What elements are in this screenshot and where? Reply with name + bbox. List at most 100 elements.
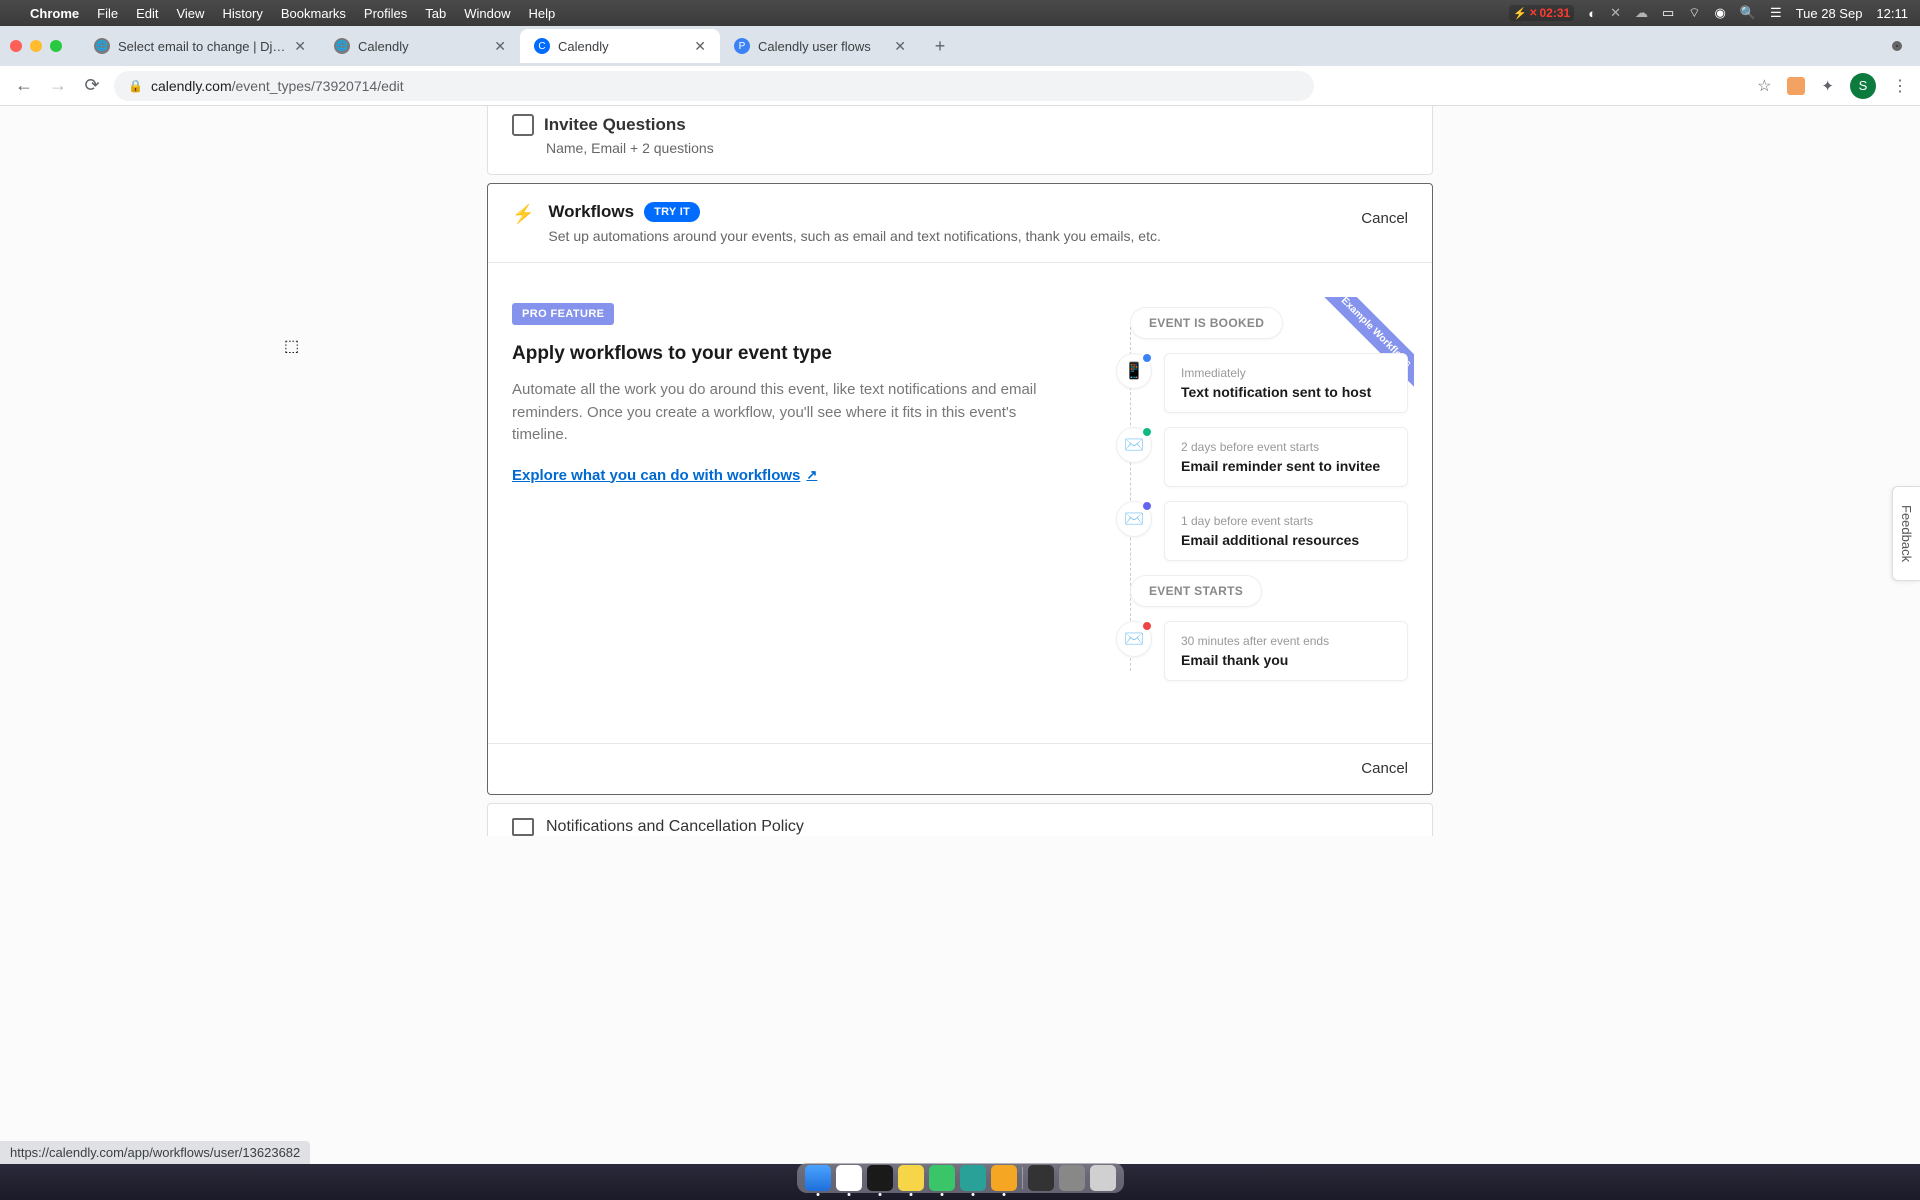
dock-trash-icon[interactable] [1090,1165,1116,1191]
timeline-item: ✉️ 2 days before event starts Email remi… [1134,427,1408,487]
browser-tabstrip: 🌐 Select email to change | Django ✕ 🌐 Ca… [0,26,1920,66]
link-text: Explore what you can do with workflows [512,467,800,484]
calendly-icon: C [534,38,550,54]
macos-menubar: Chrome File Edit View History Bookmarks … [0,0,1920,26]
menu-edit[interactable]: Edit [136,6,158,21]
menu-window[interactable]: Window [464,6,510,21]
menu-profiles[interactable]: Profiles [364,6,407,21]
timeline-item: 📱 Immediately Text notification sent to … [1134,353,1408,413]
window-zoom-button[interactable] [50,40,62,52]
dock-app-notes[interactable] [898,1165,924,1191]
mail-icon: ✉️ [1116,427,1152,463]
browser-tab[interactable]: P Calendly user flows ✕ [720,29,920,63]
timeline-when: 30 minutes after event ends [1181,634,1391,648]
tab-close-button[interactable]: ✕ [294,38,306,55]
dock-app[interactable] [1028,1165,1054,1191]
extensions-button[interactable]: ✦ [1821,77,1834,95]
workflows-heading: Apply workflows to your event type [512,343,1068,365]
pro-feature-badge: PRO FEATURE [512,303,614,325]
globe-icon: 🌐 [94,38,110,54]
cancel-button[interactable]: Cancel [1361,760,1408,777]
section-title: Invitee Questions [544,115,686,135]
address-bar[interactable]: 🔒 calendly.com/event_types/73920714/edit [114,71,1314,101]
tab-close-button[interactable]: ✕ [694,38,706,55]
battery-icon[interactable]: ▭ [1662,5,1674,21]
try-it-badge[interactable]: TRY IT [644,202,700,222]
tab-title: Calendly [558,39,686,54]
bell-icon [512,818,534,836]
menubar-time[interactable]: 12:11 [1876,6,1908,21]
macos-dock [797,1163,1124,1193]
back-button[interactable]: ← [12,75,36,96]
timeline-when: 2 days before event starts [1181,440,1391,454]
control-center-icon[interactable]: ◉ [1715,5,1726,21]
menu-help[interactable]: Help [529,6,556,21]
timeline-item: ✉️ 30 minutes after event ends Email tha… [1134,621,1408,681]
section-title: Notifications and Cancellation Policy [546,818,804,836]
phone-icon: 📱 [1116,353,1152,389]
mouse-cursor: ⬚ [284,336,299,356]
mail-icon: ✉️ [1116,621,1152,657]
chrome-menu-button[interactable]: ⋮ [1892,76,1908,96]
forward-button[interactable]: → [46,75,70,96]
timeline-what: Email reminder sent to invitee [1181,458,1391,474]
url-domain: calendly.com [151,78,232,94]
menu-view[interactable]: View [176,6,204,21]
notification-center-icon[interactable]: ☰ [1770,5,1782,21]
timeline-label: EVENT IS BOOKED [1130,307,1283,339]
dock-app[interactable] [1059,1165,1085,1191]
reload-button[interactable]: ⟳ [80,75,104,96]
battery-indicator[interactable]: ⚡✕02:31 [1509,5,1574,21]
extension-icon[interactable] [1787,77,1805,95]
browser-toolbar: ← → ⟳ 🔒 calendly.com/event_types/7392071… [0,66,1920,106]
app-name[interactable]: Chrome [30,6,79,21]
page-content: Invitee Questions Name, Email + 2 questi… [0,106,1920,1164]
feedback-tab[interactable]: Feedback [1892,486,1920,581]
menuextra-icon[interactable]: ☁ [1635,5,1648,21]
cancel-button[interactable]: Cancel [1361,210,1408,227]
invitee-questions-section[interactable]: Invitee Questions Name, Email + 2 questi… [487,106,1433,175]
dock-app[interactable] [991,1165,1017,1191]
menu-history[interactable]: History [222,6,262,21]
url-path: /event_types/73920714/edit [232,78,404,94]
wifi-icon[interactable]: ⌔ [1688,5,1700,21]
mail-icon: ✉️ [1116,501,1152,537]
menu-tab[interactable]: Tab [425,6,446,21]
bookmark-star-icon[interactable]: ☆ [1757,76,1771,96]
dock-app[interactable] [929,1165,955,1191]
workflows-section: ⚡ Workflows TRY IT Set up automations ar… [487,183,1433,795]
menu-bookmarks[interactable]: Bookmarks [281,6,346,21]
browser-tab[interactable]: 🌐 Calendly ✕ [320,29,520,63]
section-subtitle: Set up automations around your events, s… [548,228,1347,244]
tabstrip-overflow-icon[interactable] [1892,41,1902,51]
timeline-when: Immediately [1181,366,1391,380]
timeline-what: Email additional resources [1181,532,1391,548]
dock-app-chrome[interactable] [836,1165,862,1191]
external-link-icon: ↗ [806,467,817,483]
bolt-icon: ⚡ [512,204,534,225]
notifications-section[interactable]: Notifications and Cancellation Policy [487,803,1433,836]
spotlight-icon[interactable]: 🔍 [1740,5,1756,21]
menu-file[interactable]: File [97,6,118,21]
dock-app-terminal[interactable] [867,1165,893,1191]
tab-title: Calendly [358,39,486,54]
menuextra-icon[interactable]: ✕ [1610,5,1621,21]
menuextra-icon[interactable]: ◐ [1588,6,1596,21]
window-close-button[interactable] [10,40,22,52]
tab-close-button[interactable]: ✕ [494,38,506,55]
dock-separator [1022,1167,1023,1189]
browser-tab-active[interactable]: C Calendly ✕ [520,29,720,63]
new-tab-button[interactable]: + [926,32,954,60]
timeline-what: Text notification sent to host [1181,384,1391,400]
profile-avatar[interactable]: S [1850,73,1876,99]
macos-dock-area [0,1164,1920,1200]
dock-app[interactable] [960,1165,986,1191]
explore-workflows-link[interactable]: Explore what you can do with workflows ↗ [512,467,817,484]
lock-icon[interactable]: 🔒 [128,79,143,93]
browser-tab[interactable]: 🌐 Select email to change | Django ✕ [80,29,320,63]
window-minimize-button[interactable] [30,40,42,52]
link-status-bar: https://calendly.com/app/workflows/user/… [0,1141,310,1164]
menubar-date[interactable]: Tue 28 Sep [1796,6,1863,21]
dock-app-finder[interactable] [805,1165,831,1191]
tab-close-button[interactable]: ✕ [894,38,906,55]
